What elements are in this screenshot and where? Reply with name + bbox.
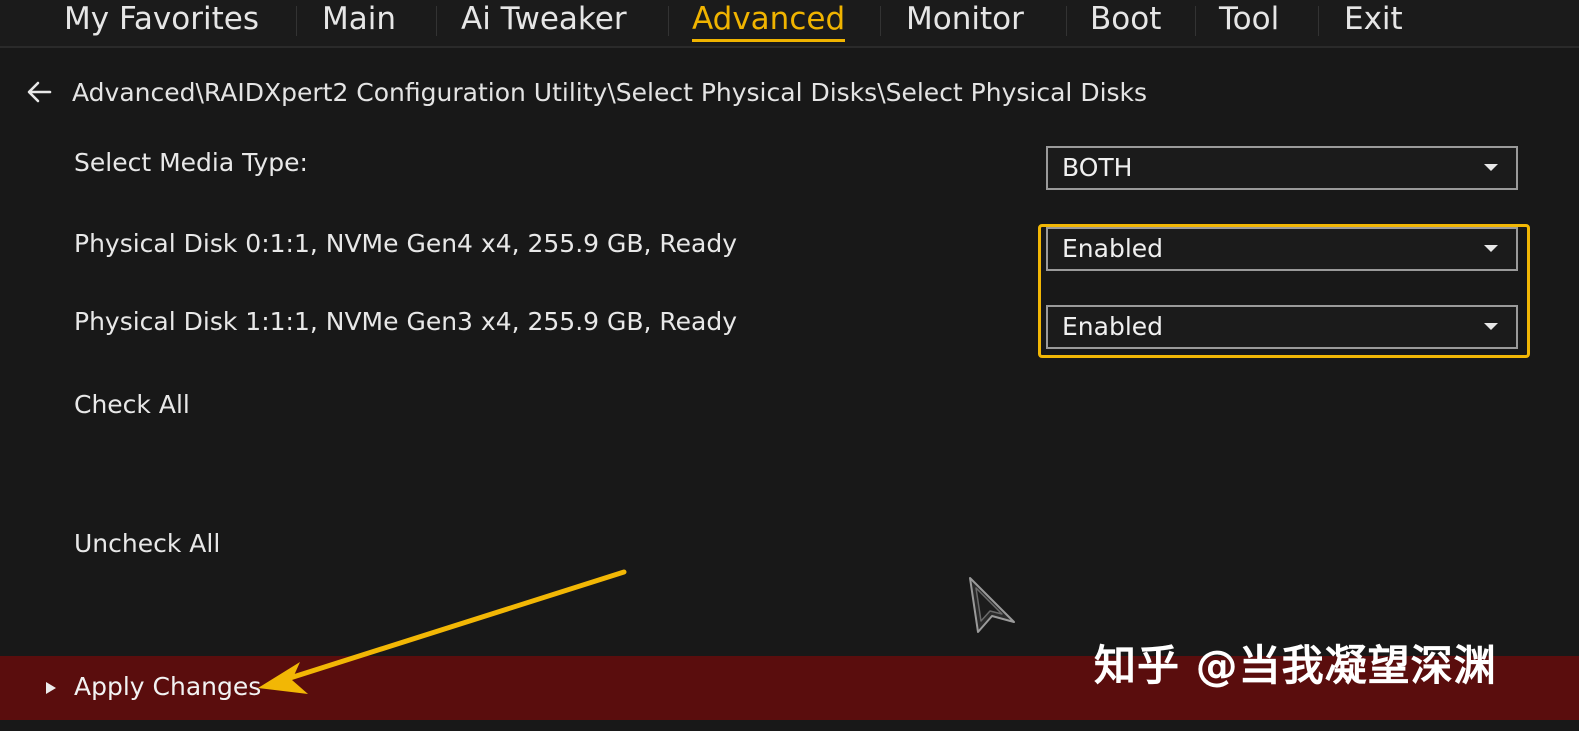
disk0-label: Physical Disk 0:1:1, NVMe Gen4 x4, 255.9…	[74, 229, 738, 258]
tab-separator	[296, 6, 297, 36]
chevron-down-icon	[1484, 323, 1498, 330]
media-type-select[interactable]: BOTH	[1046, 146, 1518, 190]
tab-separator	[880, 6, 881, 36]
disk0-select[interactable]: Enabled	[1046, 227, 1518, 271]
chevron-right-icon	[46, 682, 56, 694]
tab-separator	[1066, 6, 1067, 36]
tab-separator	[436, 6, 437, 36]
media-type-value: BOTH	[1062, 153, 1133, 182]
tab-ai-tweaker[interactable]: Ai Tweaker	[461, 0, 627, 42]
breadcrumb: Advanced\RAIDXpert2 Configuration Utilit…	[24, 72, 1147, 112]
mouse-pointer-icon	[969, 577, 1015, 633]
bios-screen: My Favorites Main Ai Tweaker Advanced Mo…	[0, 0, 1579, 731]
tab-advanced[interactable]: Advanced	[692, 0, 846, 42]
apply-changes-button[interactable]: Apply Changes	[74, 672, 261, 701]
breadcrumb-path: Advanced\RAIDXpert2 Configuration Utilit…	[72, 77, 1148, 107]
watermark-text: 知乎 @当我凝望深渊	[1094, 641, 1497, 690]
disk0-value: Enabled	[1062, 234, 1164, 263]
left-arrow-icon[interactable]	[24, 77, 54, 107]
tab-separator	[1318, 6, 1319, 36]
media-type-label: Select Media Type:	[74, 148, 308, 177]
tab-tool[interactable]: Tool	[1219, 0, 1279, 42]
tab-separator	[668, 6, 669, 36]
top-menu-bar: My Favorites Main Ai Tweaker Advanced Mo…	[0, 0, 1579, 48]
tab-monitor[interactable]: Monitor	[906, 0, 1024, 42]
chevron-down-icon	[1484, 245, 1498, 252]
disk1-label: Physical Disk 1:1:1, NVMe Gen3 x4, 255.9…	[74, 307, 738, 336]
tab-separator	[1195, 6, 1196, 36]
check-all-button[interactable]: Check All	[74, 390, 190, 419]
chevron-down-icon	[1484, 164, 1498, 171]
disk1-select[interactable]: Enabled	[1046, 305, 1518, 349]
tab-my-favorites[interactable]: My Favorites	[64, 0, 259, 42]
disk1-value: Enabled	[1062, 312, 1164, 341]
tab-exit[interactable]: Exit	[1344, 0, 1403, 42]
tab-boot[interactable]: Boot	[1090, 0, 1161, 42]
tab-main[interactable]: Main	[322, 0, 396, 42]
uncheck-all-button[interactable]: Uncheck All	[74, 529, 220, 558]
